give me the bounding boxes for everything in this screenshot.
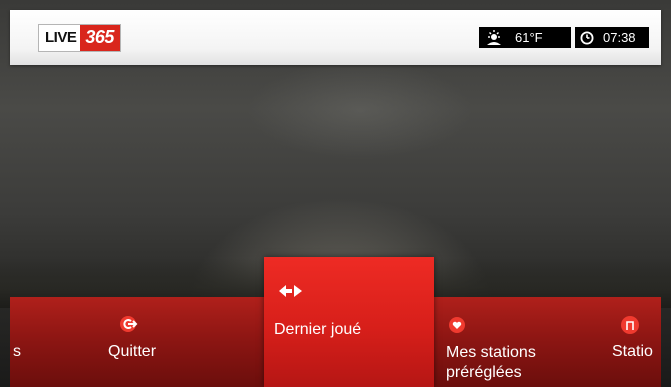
menu-item-partial-left[interactable]: s [10,297,70,387]
menu-item-label: Statio [612,343,653,360]
menu-item-dernier-joue[interactable]: Dernier joué [264,257,434,387]
menu-item-label-line1: Mes stations [446,344,536,361]
weather-icon [485,29,503,47]
clock-icon [580,31,594,45]
logo-live-text: LIVE [45,29,77,46]
menu-item-mes-stations-prereglees[interactable]: Mes stations préréglées [438,297,608,387]
time-text: 07:38 [603,30,636,45]
menu-item-label: s [13,343,21,360]
menu-item-label: Quitter [108,343,157,360]
temperature-text: 61°F [515,30,543,45]
top-bar: LIVE 365 61°F 07:38 [10,10,661,65]
station-icon [620,315,640,340]
logo-number-text: 365 [80,25,120,51]
menu-item-stations-partial[interactable]: Statio [608,297,661,387]
heart-icon [448,316,466,339]
live365-logo: LIVE 365 [38,24,121,52]
menu-item-label: Dernier joué [274,321,362,338]
menu-item-quitter[interactable]: Quitter [90,297,250,387]
clock-indicator: 07:38 [575,27,649,48]
exit-icon [119,314,139,339]
live365-screen: LIVE 365 61°F 07:38 s Quitter Mes statio… [0,0,671,387]
menu-item-label-line2: préréglées [446,364,522,381]
weather-indicator: 61°F [479,27,571,48]
back-forward-icon [278,283,306,304]
